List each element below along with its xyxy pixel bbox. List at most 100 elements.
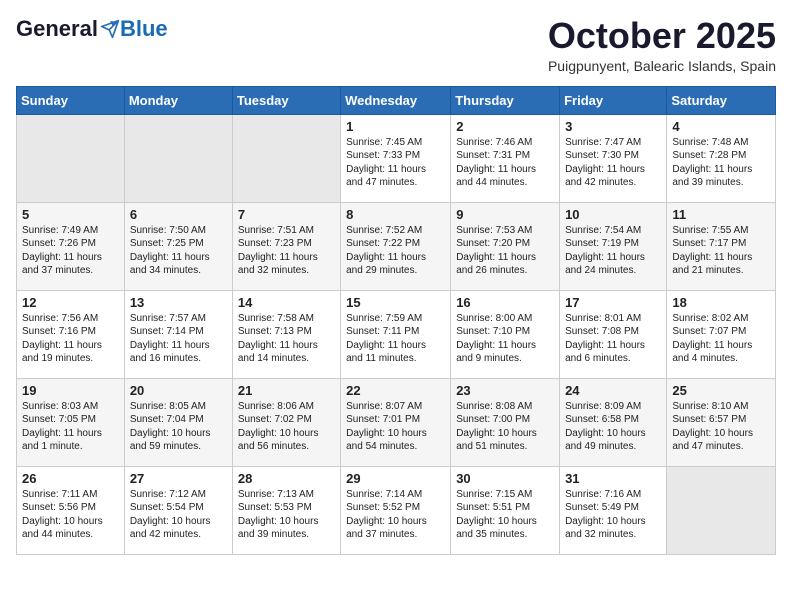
calendar-day-cell: 11 Sunrise: 7:55 AMSunset: 7:17 PMDaylig… [667, 202, 776, 290]
day-info: Sunrise: 8:10 AMSunset: 6:57 PMDaylight:… [672, 401, 753, 453]
calendar-day-cell: 22 Sunrise: 8:07 AMSunset: 7:01 PMDaylig… [341, 378, 451, 466]
weekday-header: Saturday [667, 86, 776, 114]
day-info: Sunrise: 7:57 AMSunset: 7:14 PMDaylight:… [130, 313, 210, 365]
day-info: Sunrise: 7:50 AMSunset: 7:25 PMDaylight:… [130, 225, 210, 277]
day-number: 13 [130, 295, 227, 310]
logo-general-text: General [16, 16, 98, 42]
day-info: Sunrise: 7:58 AMSunset: 7:13 PMDaylight:… [238, 313, 318, 365]
day-info: Sunrise: 8:05 AMSunset: 7:04 PMDaylight:… [130, 401, 211, 453]
day-number: 10 [565, 207, 661, 222]
day-number: 28 [238, 471, 335, 486]
calendar-day-cell [124, 114, 232, 202]
day-number: 16 [456, 295, 554, 310]
day-info: Sunrise: 7:51 AMSunset: 7:23 PMDaylight:… [238, 225, 318, 277]
day-info: Sunrise: 8:01 AMSunset: 7:08 PMDaylight:… [565, 313, 645, 365]
calendar-day-cell: 3 Sunrise: 7:47 AMSunset: 7:30 PMDayligh… [560, 114, 667, 202]
calendar-week-row: 19 Sunrise: 8:03 AMSunset: 7:05 PMDaylig… [17, 378, 776, 466]
day-number: 1 [346, 119, 445, 134]
calendar-day-cell: 24 Sunrise: 8:09 AMSunset: 6:58 PMDaylig… [560, 378, 667, 466]
day-number: 6 [130, 207, 227, 222]
day-number: 26 [22, 471, 119, 486]
calendar-day-cell: 29 Sunrise: 7:14 AMSunset: 5:52 PMDaylig… [341, 466, 451, 554]
calendar-week-row: 5 Sunrise: 7:49 AMSunset: 7:26 PMDayligh… [17, 202, 776, 290]
day-info: Sunrise: 8:02 AMSunset: 7:07 PMDaylight:… [672, 313, 752, 365]
logo-blue-text: Blue [120, 16, 168, 42]
location-text: Puigpunyent, Balearic Islands, Spain [548, 58, 776, 74]
day-number: 12 [22, 295, 119, 310]
calendar-day-cell: 15 Sunrise: 7:59 AMSunset: 7:11 PMDaylig… [341, 290, 451, 378]
calendar-day-cell: 16 Sunrise: 8:00 AMSunset: 7:10 PMDaylig… [451, 290, 560, 378]
day-info: Sunrise: 7:45 AMSunset: 7:33 PMDaylight:… [346, 137, 426, 189]
day-number: 23 [456, 383, 554, 398]
day-number: 24 [565, 383, 661, 398]
calendar-week-row: 26 Sunrise: 7:11 AMSunset: 5:56 PMDaylig… [17, 466, 776, 554]
month-title: October 2025 [548, 16, 776, 56]
calendar-day-cell: 20 Sunrise: 8:05 AMSunset: 7:04 PMDaylig… [124, 378, 232, 466]
calendar-day-cell: 19 Sunrise: 8:03 AMSunset: 7:05 PMDaylig… [17, 378, 125, 466]
weekday-header: Thursday [451, 86, 560, 114]
calendar-day-cell: 13 Sunrise: 7:57 AMSunset: 7:14 PMDaylig… [124, 290, 232, 378]
calendar-day-cell: 4 Sunrise: 7:48 AMSunset: 7:28 PMDayligh… [667, 114, 776, 202]
day-number: 27 [130, 471, 227, 486]
day-info: Sunrise: 8:07 AMSunset: 7:01 PMDaylight:… [346, 401, 427, 453]
day-number: 22 [346, 383, 445, 398]
calendar-day-cell: 1 Sunrise: 7:45 AMSunset: 7:33 PMDayligh… [341, 114, 451, 202]
day-info: Sunrise: 7:52 AMSunset: 7:22 PMDaylight:… [346, 225, 426, 277]
weekday-header: Monday [124, 86, 232, 114]
weekday-header: Wednesday [341, 86, 451, 114]
day-info: Sunrise: 7:47 AMSunset: 7:30 PMDaylight:… [565, 137, 645, 189]
weekday-header: Friday [560, 86, 667, 114]
day-number: 2 [456, 119, 554, 134]
day-info: Sunrise: 7:14 AMSunset: 5:52 PMDaylight:… [346, 489, 427, 541]
calendar-day-cell: 12 Sunrise: 7:56 AMSunset: 7:16 PMDaylig… [17, 290, 125, 378]
day-info: Sunrise: 7:54 AMSunset: 7:19 PMDaylight:… [565, 225, 645, 277]
day-info: Sunrise: 7:55 AMSunset: 7:17 PMDaylight:… [672, 225, 752, 277]
day-info: Sunrise: 8:06 AMSunset: 7:02 PMDaylight:… [238, 401, 319, 453]
day-info: Sunrise: 7:13 AMSunset: 5:53 PMDaylight:… [238, 489, 319, 541]
calendar-day-cell: 18 Sunrise: 8:02 AMSunset: 7:07 PMDaylig… [667, 290, 776, 378]
calendar-day-cell: 17 Sunrise: 8:01 AMSunset: 7:08 PMDaylig… [560, 290, 667, 378]
calendar-day-cell: 25 Sunrise: 8:10 AMSunset: 6:57 PMDaylig… [667, 378, 776, 466]
day-info: Sunrise: 7:48 AMSunset: 7:28 PMDaylight:… [672, 137, 752, 189]
day-number: 31 [565, 471, 661, 486]
day-number: 17 [565, 295, 661, 310]
calendar-day-cell: 10 Sunrise: 7:54 AMSunset: 7:19 PMDaylig… [560, 202, 667, 290]
weekday-header: Tuesday [232, 86, 340, 114]
calendar-day-cell: 26 Sunrise: 7:11 AMSunset: 5:56 PMDaylig… [17, 466, 125, 554]
calendar-day-cell: 7 Sunrise: 7:51 AMSunset: 7:23 PMDayligh… [232, 202, 340, 290]
day-info: Sunrise: 7:12 AMSunset: 5:54 PMDaylight:… [130, 489, 211, 541]
calendar-day-cell: 27 Sunrise: 7:12 AMSunset: 5:54 PMDaylig… [124, 466, 232, 554]
calendar-day-cell: 2 Sunrise: 7:46 AMSunset: 7:31 PMDayligh… [451, 114, 560, 202]
day-number: 8 [346, 207, 445, 222]
day-number: 11 [672, 207, 770, 222]
calendar-day-cell: 31 Sunrise: 7:16 AMSunset: 5:49 PMDaylig… [560, 466, 667, 554]
day-info: Sunrise: 7:11 AMSunset: 5:56 PMDaylight:… [22, 489, 103, 541]
day-info: Sunrise: 7:46 AMSunset: 7:31 PMDaylight:… [456, 137, 536, 189]
day-info: Sunrise: 7:56 AMSunset: 7:16 PMDaylight:… [22, 313, 102, 365]
calendar-day-cell: 8 Sunrise: 7:52 AMSunset: 7:22 PMDayligh… [341, 202, 451, 290]
calendar-day-cell: 5 Sunrise: 7:49 AMSunset: 7:26 PMDayligh… [17, 202, 125, 290]
day-number: 14 [238, 295, 335, 310]
calendar-day-cell: 6 Sunrise: 7:50 AMSunset: 7:25 PMDayligh… [124, 202, 232, 290]
day-number: 30 [456, 471, 554, 486]
calendar-day-cell: 21 Sunrise: 8:06 AMSunset: 7:02 PMDaylig… [232, 378, 340, 466]
day-number: 19 [22, 383, 119, 398]
day-number: 3 [565, 119, 661, 134]
day-number: 29 [346, 471, 445, 486]
day-number: 25 [672, 383, 770, 398]
calendar-day-cell: 28 Sunrise: 7:13 AMSunset: 5:53 PMDaylig… [232, 466, 340, 554]
calendar-day-cell: 30 Sunrise: 7:15 AMSunset: 5:51 PMDaylig… [451, 466, 560, 554]
day-number: 15 [346, 295, 445, 310]
day-number: 7 [238, 207, 335, 222]
day-info: Sunrise: 7:53 AMSunset: 7:20 PMDaylight:… [456, 225, 536, 277]
day-info: Sunrise: 7:49 AMSunset: 7:26 PMDaylight:… [22, 225, 102, 277]
day-info: Sunrise: 8:03 AMSunset: 7:05 PMDaylight:… [22, 401, 102, 453]
calendar-week-row: 1 Sunrise: 7:45 AMSunset: 7:33 PMDayligh… [17, 114, 776, 202]
calendar-day-cell [232, 114, 340, 202]
logo-bird-icon [100, 19, 120, 39]
day-info: Sunrise: 8:09 AMSunset: 6:58 PMDaylight:… [565, 401, 646, 453]
day-number: 18 [672, 295, 770, 310]
day-info: Sunrise: 7:15 AMSunset: 5:51 PMDaylight:… [456, 489, 537, 541]
calendar-day-cell: 23 Sunrise: 8:08 AMSunset: 7:00 PMDaylig… [451, 378, 560, 466]
day-info: Sunrise: 7:59 AMSunset: 7:11 PMDaylight:… [346, 313, 426, 365]
